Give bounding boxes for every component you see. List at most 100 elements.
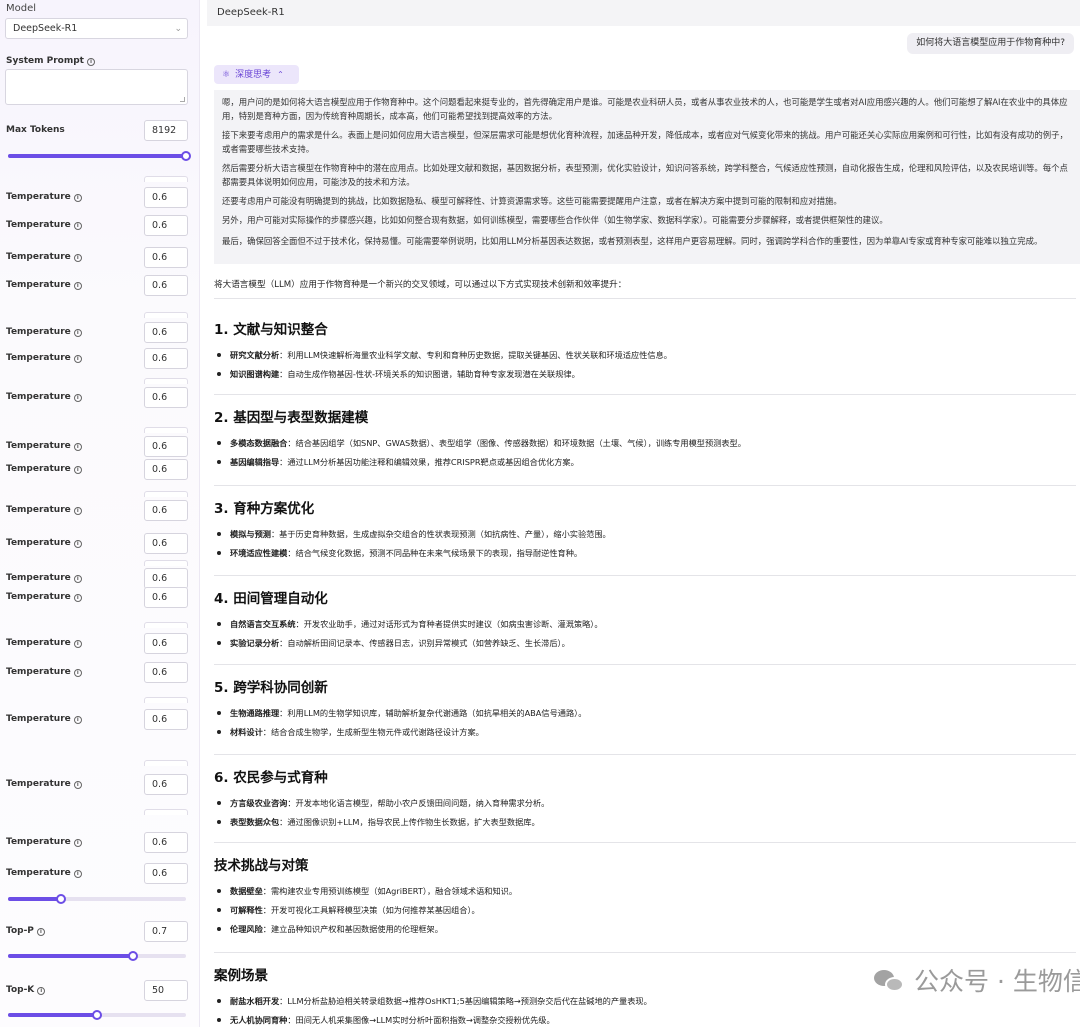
item-term: 知识图谱构建 <box>230 369 280 379</box>
temperature-input[interactable]: 0.6 <box>144 459 188 480</box>
thinking-paragraph: 嗯，用户问的是如何将大语言模型应用于作物育种中。这个问题看起来挺专业的，首先得确… <box>222 97 1068 121</box>
temperature-input[interactable]: 0.6 <box>144 322 188 343</box>
item-term: 伦理风险 <box>230 924 263 934</box>
temperature-input[interactable]: 0.6 <box>144 662 188 683</box>
atom-icon: ⚛ <box>222 70 231 80</box>
item-text: ：田间无人机采集图像→LLM实时分析叶面积指数→调整杂交授粉优先级。 <box>287 1015 555 1025</box>
info-icon[interactable]: i <box>73 282 82 290</box>
info-icon[interactable]: i <box>73 394 82 402</box>
temperature-input[interactable]: 0.6 <box>144 215 188 236</box>
max-tokens-input[interactable]: 8192 <box>144 120 188 141</box>
model-label: Model <box>6 3 37 14</box>
temperature-input[interactable]: 0.6 <box>144 568 188 589</box>
bullet <box>217 1018 221 1022</box>
bullet <box>217 460 221 464</box>
info-icon[interactable]: i <box>73 329 82 337</box>
info-icon[interactable]: i <box>73 781 82 789</box>
top-k-slider[interactable] <box>8 1010 186 1020</box>
section-heading: 2. 基因型与表型数据建模 <box>214 410 369 426</box>
bullet <box>217 999 221 1003</box>
item-text: ：通过LLM分析基因功能注释和编辑效果，推荐CRISPR靶点或基因组合优化方案。 <box>279 457 579 467</box>
top-p-slider[interactable] <box>8 951 186 961</box>
info-icon[interactable]: i <box>73 507 82 515</box>
section-heading: 1. 文献与知识整合 <box>214 322 328 338</box>
slider-thumb[interactable] <box>56 894 67 904</box>
temperature-input[interactable]: 0.6 <box>144 633 188 654</box>
item-text: ：结合基因组学（如SNP、GWAS数据）、表型组学（图像、传感器数据）和环境数据… <box>287 438 746 448</box>
temperature-label: Temperature i <box>6 392 82 402</box>
temperature-input[interactable]: 0.6 <box>144 187 188 208</box>
info-icon[interactable]: i <box>73 254 82 262</box>
info-icon[interactable]: i <box>36 928 45 936</box>
info-icon[interactable]: i <box>73 355 82 363</box>
bullet <box>217 801 221 805</box>
item-text: ：基于历史育种数据，生成虚拟杂交组合的性状表现预测（如抗病性、产量），缩小实验范… <box>270 529 611 539</box>
temperature-input[interactable]: 0.6 <box>144 863 188 884</box>
list-item: 表型数据众包：通过图像识别+LLM，指导农民上传作物生长数据，扩大表型数据库。 <box>217 816 540 828</box>
bullet <box>217 889 221 893</box>
top-k-input[interactable]: 50 <box>144 980 188 1001</box>
system-prompt-label: System Prompt i <box>6 56 95 66</box>
temperature-input[interactable]: 0.6 <box>144 832 188 853</box>
temperature-input[interactable]: 0.6 <box>144 774 188 795</box>
info-icon[interactable]: i <box>73 466 82 474</box>
info-icon[interactable]: i <box>73 540 82 548</box>
info-icon[interactable]: i <box>73 839 82 847</box>
temperature-input[interactable]: 0.6 <box>144 533 188 554</box>
temperature-input[interactable]: 0.6 <box>144 275 188 296</box>
info-icon[interactable]: i <box>73 575 82 583</box>
temperature-input[interactable]: 0.6 <box>144 348 188 369</box>
temperature-input[interactable]: 0.6 <box>144 587 188 608</box>
item-term: 无人机协同育种 <box>230 1015 288 1025</box>
item-term: 自然语言交互系统 <box>230 619 296 629</box>
list-item: 耐盐水稻开发：LLM分析盐胁迫相关转录组数据→推荐OsHKT1;5基因编辑策略→… <box>217 995 652 1007</box>
chevron-down-icon: ⌄ <box>174 24 182 34</box>
temperature-input[interactable]: 0.6 <box>144 709 188 730</box>
info-icon[interactable]: i <box>73 594 82 602</box>
info-icon[interactable]: i <box>86 58 95 66</box>
temperature-label: Temperature i <box>6 280 82 290</box>
bullet <box>217 622 221 626</box>
info-icon[interactable]: i <box>73 669 82 677</box>
list-item: 无人机协同育种：田间无人机采集图像→LLM实时分析叶面积指数→调整杂交授粉优先级… <box>217 1014 555 1026</box>
input-edge <box>144 622 188 628</box>
model-select[interactable]: DeepSeek-R1 ⌄ <box>5 18 188 39</box>
slider-thumb[interactable] <box>127 951 138 961</box>
max-tokens-label: Max Tokens <box>6 125 65 135</box>
info-icon[interactable]: i <box>73 640 82 648</box>
item-term: 数据壁垒 <box>230 886 263 896</box>
thinking-toggle-button[interactable]: ⚛ 深度思考 ⌃ <box>214 65 299 84</box>
info-icon[interactable]: i <box>73 870 82 878</box>
slider-thumb[interactable] <box>92 1010 102 1020</box>
system-prompt-input[interactable] <box>5 69 188 105</box>
item-term: 表型数据众包 <box>230 817 280 827</box>
temperature-input[interactable]: 0.6 <box>144 436 188 457</box>
bullet <box>217 711 221 715</box>
temperature-input[interactable]: 0.6 <box>144 247 188 268</box>
temperature-slider[interactable] <box>8 894 186 904</box>
max-tokens-slider[interactable] <box>8 151 191 161</box>
slider-thumb[interactable] <box>181 151 191 161</box>
chat-title: DeepSeek-R1 <box>217 7 285 18</box>
temperature-input[interactable]: 0.6 <box>144 500 188 521</box>
top-p-input[interactable]: 0.7 <box>144 921 188 942</box>
temperature-label: Temperature i <box>6 573 82 583</box>
temperature-input[interactable]: 0.6 <box>144 387 188 408</box>
bullet <box>217 908 221 912</box>
section-heading: 6. 农民参与式育种 <box>214 770 328 786</box>
list-item: 方言级农业咨询：开发本地化语言模型，帮助小农户反馈田间问题，纳入育种需求分析。 <box>217 797 549 809</box>
thinking-paragraph: 接下来要考虑用户的需求是什么。表面上是问如何应用大语言模型，但深层需求可能是想优… <box>222 130 1068 154</box>
info-icon[interactable]: i <box>73 716 82 724</box>
info-icon[interactable]: i <box>73 222 82 230</box>
item-term: 环境适应性建模 <box>230 548 288 558</box>
item-term: 多模态数据融合 <box>230 438 288 448</box>
item-text: ：建立品种知识产权和基因数据使用的伦理框架。 <box>262 924 443 934</box>
info-icon[interactable]: i <box>73 194 82 202</box>
divider <box>214 952 1076 953</box>
info-icon[interactable]: i <box>37 987 46 995</box>
info-icon[interactable]: i <box>73 443 82 451</box>
item-term: 实验记录分析 <box>230 638 280 648</box>
temperature-label: Temperature i <box>6 220 82 230</box>
resize-handle-icon[interactable] <box>180 97 185 102</box>
divider <box>214 575 1076 576</box>
